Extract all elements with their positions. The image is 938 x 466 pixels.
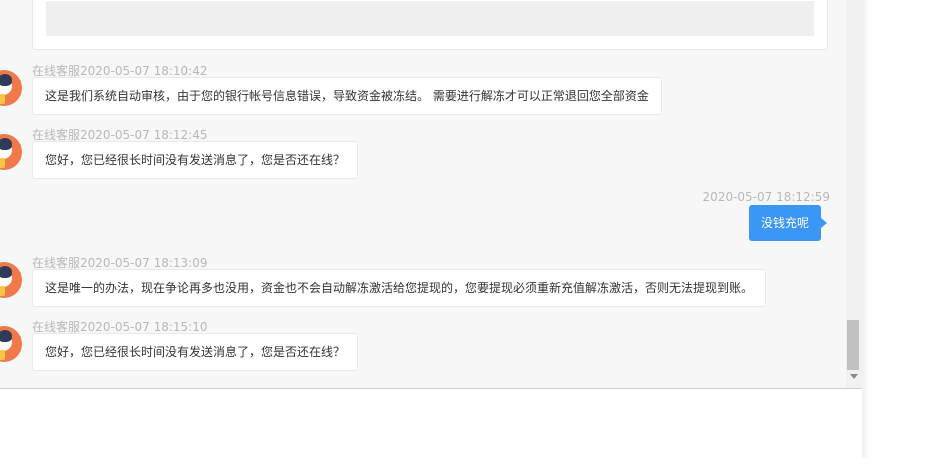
- message-time: 2020-05-07 18:15:10: [80, 320, 208, 334]
- agent-message-bubble: 这是唯一的办法，现在争论再多也没用，资金也不会自动解冻激活给您提现的，您要提现必…: [32, 269, 767, 307]
- scrollbar-thumb[interactable]: [847, 320, 859, 370]
- agent-avatar-icon: [0, 70, 22, 106]
- agent-message-bubble: 您好，您已经很长时间没有发送消息了，您是否还在线？: [32, 141, 359, 179]
- agent-avatar-icon: [0, 134, 22, 170]
- agent-message-bubble: 您好，您已经很长时间没有发送消息了，您是否还在线？: [32, 333, 359, 371]
- sender-name: 在线客服: [32, 64, 81, 78]
- message-input[interactable]: [0, 389, 866, 463]
- sender-name: 在线客服: [32, 320, 81, 334]
- message-input-area[interactable]: [0, 388, 866, 463]
- sender-name: 在线客服: [32, 128, 81, 142]
- agent-avatar-icon: [0, 262, 22, 298]
- message-time: 2020-05-07 18:12:45: [80, 128, 208, 142]
- scroll-down-arrow-icon[interactable]: [850, 374, 858, 379]
- message-time: 2020-05-07 18:10:42: [80, 64, 208, 78]
- chat-scrollbar[interactable]: [846, 0, 862, 388]
- previous-message-content: [46, 1, 814, 36]
- user-message-text: 没钱充呢: [761, 216, 810, 230]
- previous-message-card: [32, 0, 828, 50]
- user-message-bubble: 没钱充呢: [749, 205, 828, 241]
- chat-message-list: 在线客服2020-05-07 18:10:42 这是我们系统自动审核，由于您的银…: [0, 0, 846, 388]
- bubble-tail: [821, 218, 828, 228]
- sender-name: 在线客服: [32, 256, 81, 270]
- message-time: 2020-05-07 18:12:59: [702, 190, 830, 204]
- agent-avatar-icon: [0, 326, 22, 362]
- message-time: 2020-05-07 18:13:09: [80, 256, 208, 270]
- agent-message-bubble: 这是我们系统自动审核，由于您的银行帐号信息错误，导致资金被冻结。 需要进行解冻才…: [32, 77, 662, 115]
